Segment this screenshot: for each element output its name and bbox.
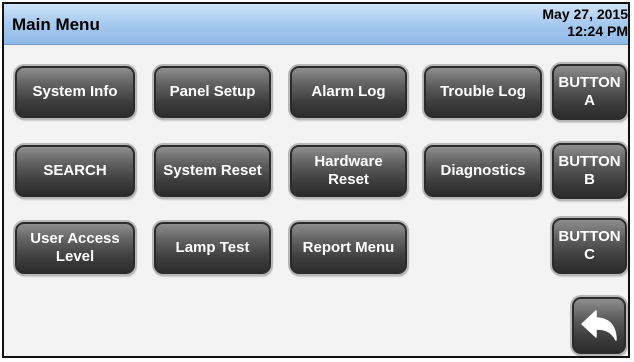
page-title: Main Menu <box>12 15 100 34</box>
trouble-log-button[interactable]: Trouble Log <box>424 66 542 118</box>
system-reset-button[interactable]: System Reset <box>154 145 271 197</box>
search-button[interactable]: SEARCH <box>15 145 135 197</box>
back-button[interactable] <box>572 297 626 354</box>
panel-setup-button[interactable]: Panel Setup <box>154 66 271 118</box>
button-a[interactable]: BUTTON A <box>552 64 627 120</box>
alarm-log-button[interactable]: Alarm Log <box>290 66 407 118</box>
report-menu-button[interactable]: Report Menu <box>290 222 407 274</box>
button-c[interactable]: BUTTON C <box>552 218 627 274</box>
hardware-reset-button[interactable]: Hardware Reset <box>290 145 407 197</box>
touch-panel-screen: Main Menu May 27, 2015 12:24 PM System I… <box>2 2 630 358</box>
system-info-button[interactable]: System Info <box>15 66 135 118</box>
user-access-level-button[interactable]: User Access Level <box>15 222 135 274</box>
datetime-display: May 27, 2015 12:24 PM <box>542 6 628 40</box>
header-bar: Main Menu May 27, 2015 12:24 PM <box>4 4 628 45</box>
button-b[interactable]: BUTTON B <box>552 143 627 199</box>
date-text: May 27, 2015 <box>542 6 628 22</box>
lamp-test-button[interactable]: Lamp Test <box>154 222 271 274</box>
diagnostics-button[interactable]: Diagnostics <box>424 145 542 197</box>
time-text: 12:24 PM <box>567 23 628 39</box>
back-arrow-icon <box>581 309 617 341</box>
